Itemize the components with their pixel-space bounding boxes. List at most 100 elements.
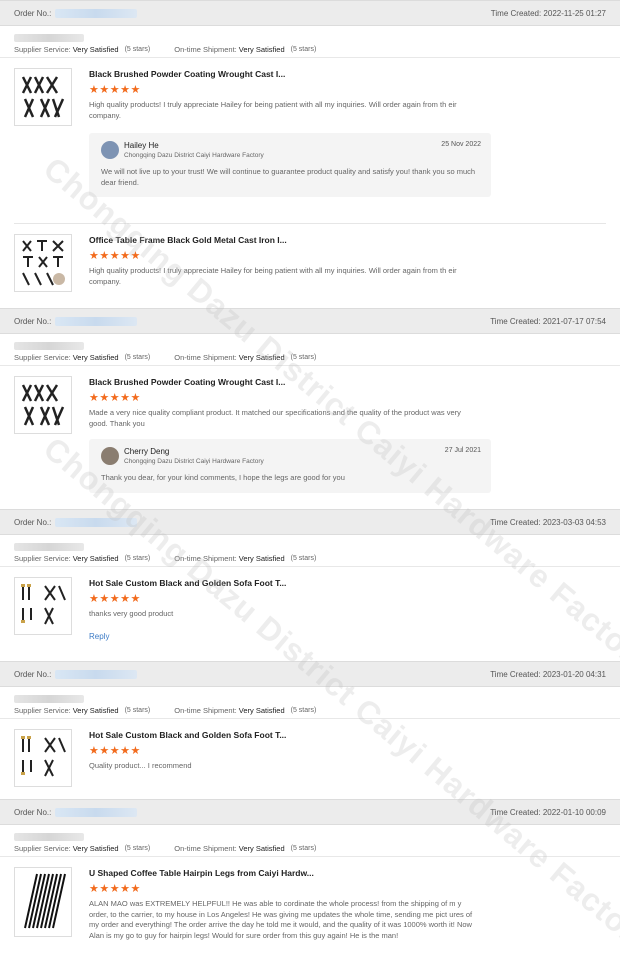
ontime-shipment-stars: (5 stars) [290, 46, 317, 53]
ontime-shipment-value: Very Satisfied [238, 554, 285, 563]
rating-stars: ★★★★★ [89, 593, 141, 605]
supplier-service-label: Supplier Service: [14, 45, 71, 54]
supplier-service-stars: (5 stars) [124, 845, 151, 852]
order-number-blurred [55, 669, 138, 679]
order-block: Order No.: Time Created: 2021-07-17 07:5… [0, 308, 620, 509]
buyer-name-blurred [14, 34, 84, 42]
time-created-value: 2021-07-17 07:54 [542, 316, 606, 326]
buyer-name-blurred [14, 833, 84, 841]
reply-date: 25 Nov 2022 [441, 141, 481, 148]
ontime-shipment-label: On-time Shipment: [174, 554, 237, 563]
table-legs-icon [21, 384, 65, 426]
order-header: Order No.: Time Created: 2022-11-25 01:2… [0, 0, 620, 26]
reply-author: Cherry Deng [124, 447, 170, 456]
time-created-label: Time Created: [490, 517, 541, 527]
ontime-shipment-label: On-time Shipment: [174, 706, 237, 715]
order-no-label: Order No.: [14, 8, 52, 18]
order-header: Order No.: Time Created: 2023-03-03 04:5… [0, 509, 620, 535]
supplier-reply: Cherry Deng Chongqing Dazu District Caiy… [89, 439, 491, 493]
reply-text: Thank you dear, for your kind comments, … [101, 473, 345, 482]
product-thumbnail[interactable] [14, 68, 72, 126]
supplier-service-label: Supplier Service: [14, 706, 71, 715]
reply-company: Chongqing Dazu District Caiyi Hardware F… [124, 458, 264, 465]
rating-stars: ★★★★★ [89, 250, 141, 262]
review-comment: Quality product... I recommend [89, 761, 192, 770]
ontime-shipment-stars: (5 stars) [290, 354, 317, 361]
supplier-service-stars: (5 stars) [124, 46, 151, 53]
review-item: Office Table Frame Black Gold Metal Cast… [0, 224, 620, 292]
rating-stars: ★★★★★ [89, 745, 141, 757]
order-ratings: Supplier Service: Very Satisfied (5 star… [0, 703, 620, 719]
avatar [101, 447, 119, 465]
order-no-label: Order No.: [14, 669, 52, 679]
product-title[interactable]: Black Brushed Powder Coating Wrought Cas… [89, 376, 479, 388]
supplier-service-value: Very Satisfied [72, 706, 119, 715]
order-block: Order No.: Time Created: 2023-03-03 04:5… [0, 509, 620, 661]
review-comment: Made a very nice quality compliant produ… [89, 408, 461, 428]
sofa-feet-icon [21, 584, 66, 625]
order-block: Order No.: Time Created: 2023-01-20 04:3… [0, 661, 620, 799]
order-no-label: Order No.: [14, 807, 52, 817]
product-title[interactable]: U Shaped Coffee Table Hairpin Legs from … [89, 867, 479, 879]
product-title[interactable]: Hot Sale Custom Black and Golden Sofa Fo… [89, 729, 479, 741]
order-header: Order No.: Time Created: 2022-01-10 00:0… [0, 799, 620, 825]
time-created-label: Time Created: [490, 316, 541, 326]
product-title[interactable]: Hot Sale Custom Black and Golden Sofa Fo… [89, 577, 479, 589]
order-ratings: Supplier Service: Very Satisfied (5 star… [0, 350, 620, 366]
product-thumbnail[interactable] [14, 867, 72, 937]
order-no-label: Order No.: [14, 517, 52, 527]
review-item: Black Brushed Powder Coating Wrought Cas… [0, 366, 620, 493]
time-created-value: 2022-01-10 00:09 [542, 807, 606, 817]
review-item: Hot Sale Custom Black and Golden Sofa Fo… [0, 567, 620, 641]
ontime-shipment-stars: (5 stars) [290, 555, 317, 562]
supplier-service-stars: (5 stars) [124, 354, 151, 361]
time-created-label: Time Created: [490, 807, 541, 817]
supplier-service-value: Very Satisfied [72, 844, 119, 853]
table-legs-icon [21, 76, 65, 118]
order-header: Order No.: Time Created: 2023-01-20 04:3… [0, 661, 620, 687]
product-thumbnail[interactable] [14, 577, 72, 635]
supplier-service-label: Supplier Service: [14, 844, 71, 853]
ontime-shipment-label: On-time Shipment: [174, 844, 237, 853]
avatar [101, 141, 119, 159]
time-created-value: 2023-01-20 04:31 [542, 669, 606, 679]
product-title[interactable]: Black Brushed Powder Coating Wrought Cas… [89, 68, 479, 80]
order-no-label: Order No.: [14, 316, 52, 326]
product-thumbnail[interactable] [14, 376, 72, 434]
review-comment: High quality products! I truly appreciat… [89, 100, 457, 120]
buyer-name-blurred [14, 543, 84, 551]
ontime-shipment-label: On-time Shipment: [174, 353, 237, 362]
product-title[interactable]: Office Table Frame Black Gold Metal Cast… [89, 234, 479, 246]
ontime-shipment-stars: (5 stars) [290, 707, 317, 714]
product-thumbnail[interactable] [14, 234, 72, 292]
supplier-service-value: Very Satisfied [72, 353, 119, 362]
reviews-page: Order No.: Time Created: 2022-11-25 01:2… [0, 0, 620, 960]
time-created-value: 2023-03-03 04:53 [542, 517, 606, 527]
ontime-shipment-value: Very Satisfied [238, 45, 285, 54]
reply-link[interactable]: Reply [89, 632, 109, 641]
reply-text: We will not live up to your trust! We wi… [101, 167, 476, 187]
time-created-label: Time Created: [490, 669, 541, 679]
review-item: Hot Sale Custom Black and Golden Sofa Fo… [0, 719, 620, 787]
order-ratings: Supplier Service: Very Satisfied (5 star… [0, 841, 620, 857]
supplier-service-value: Very Satisfied [72, 554, 119, 563]
supplier-service-value: Very Satisfied [72, 45, 119, 54]
hairpin-legs-icon [24, 873, 66, 929]
review-comment: ALAN MAO was EXTREMELY HELPFUL!! He was … [89, 899, 473, 940]
reply-author: Hailey He [124, 141, 159, 150]
order-ratings: Supplier Service: Very Satisfied (5 star… [0, 42, 620, 58]
ontime-shipment-stars: (5 stars) [290, 845, 317, 852]
reply-company: Chongqing Dazu District Caiyi Hardware F… [124, 152, 264, 159]
reply-date: 27 Jul 2021 [444, 447, 481, 454]
ontime-shipment-value: Very Satisfied [238, 706, 285, 715]
review-comment: thanks very good product [89, 609, 174, 618]
review-item: U Shaped Coffee Table Hairpin Legs from … [0, 857, 620, 941]
order-number-blurred [55, 8, 138, 18]
product-thumbnail[interactable] [14, 729, 72, 787]
order-block: Order No.: Time Created: 2022-01-10 00:0… [0, 799, 620, 960]
ontime-shipment-value: Very Satisfied [238, 844, 285, 853]
table-frames-icon [22, 240, 65, 286]
ontime-shipment-label: On-time Shipment: [174, 45, 237, 54]
order-number-blurred [55, 517, 138, 527]
ontime-shipment-value: Very Satisfied [238, 353, 285, 362]
